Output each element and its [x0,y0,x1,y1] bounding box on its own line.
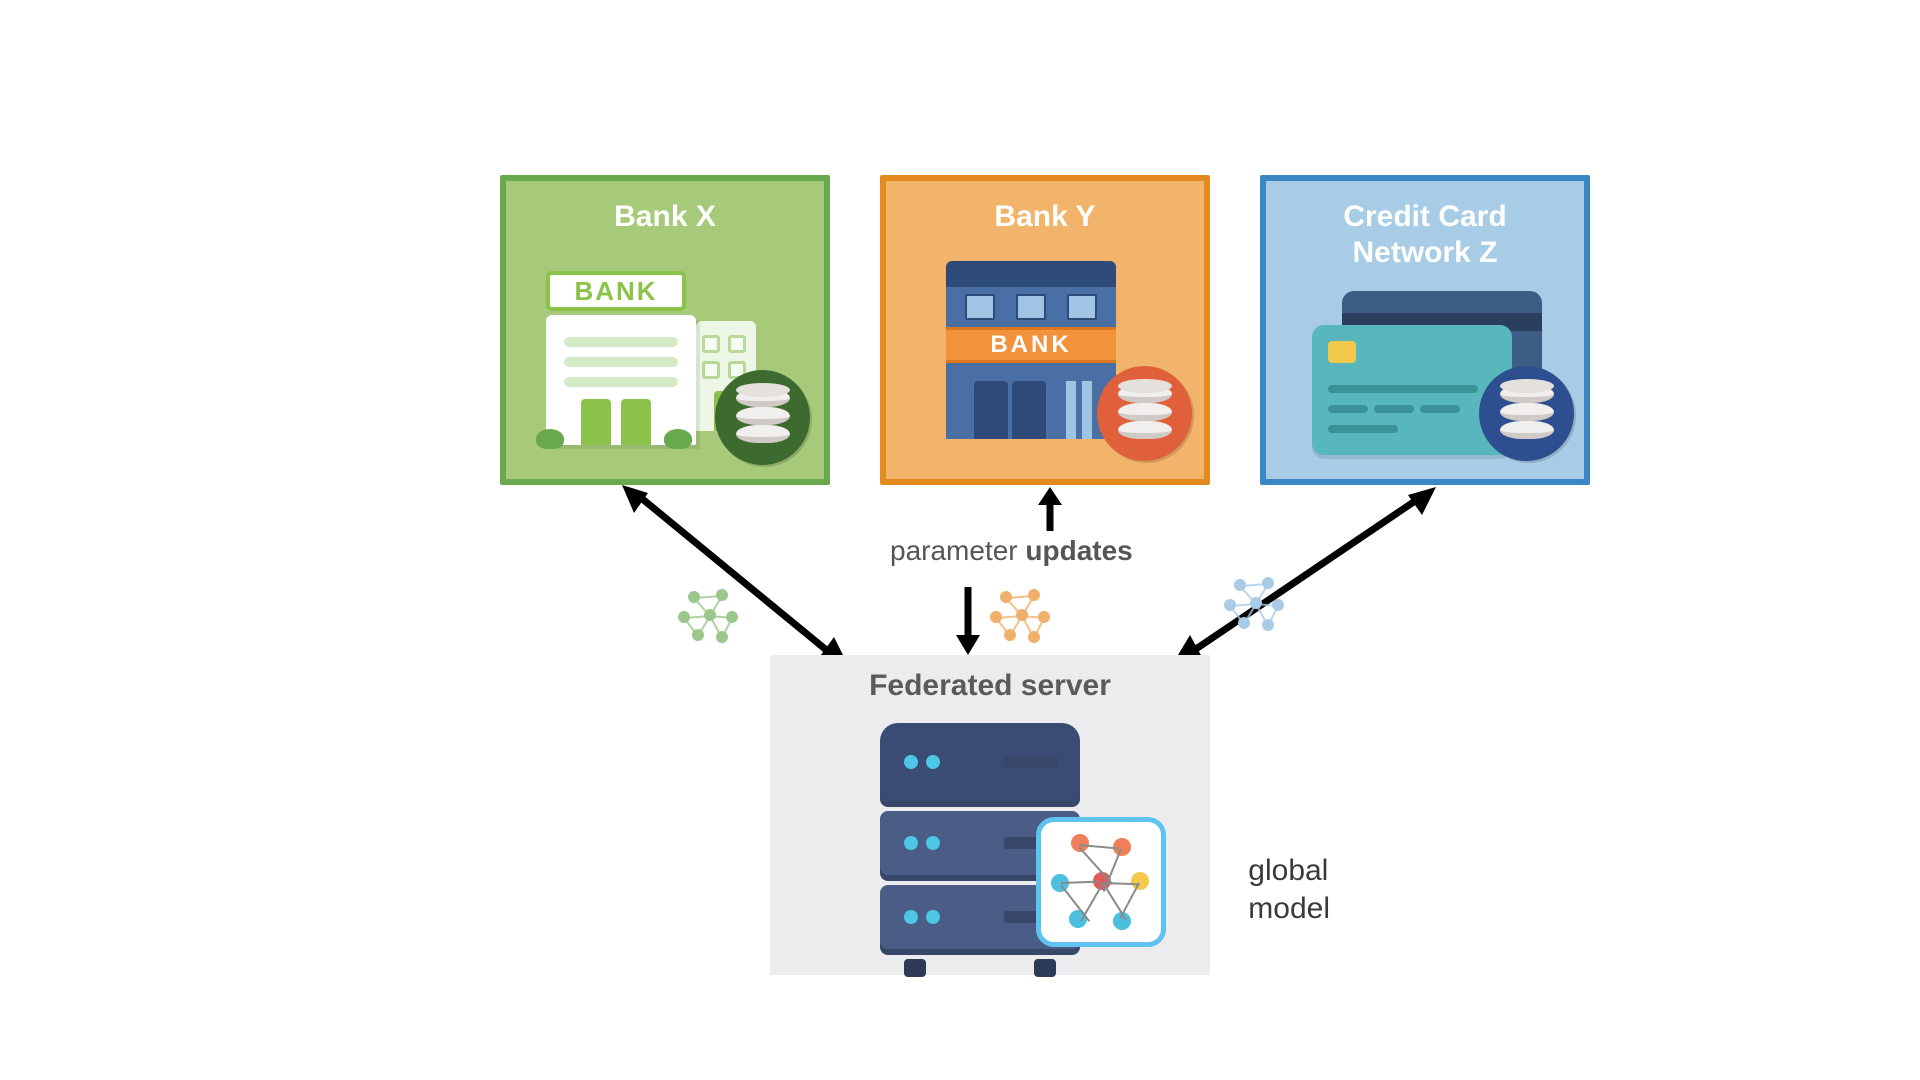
network-glyph-icon [1224,575,1280,627]
global-model-icon [1036,817,1166,947]
node-credit-card-network-z: Credit Card Network Z [1260,175,1590,485]
bank-sign-label: BANK [546,271,686,311]
network-glyph-icon [990,587,1046,639]
network-glyph-icon [678,587,734,639]
node-bank-x: Bank X BANK [500,175,830,485]
arrow-banky-down [948,579,988,664]
node-bank-x-title: Bank X [506,199,824,235]
flow-label-light: parameter [890,535,1025,566]
global-model-label: global model [1248,852,1330,927]
federated-server: Federated server [770,655,1210,975]
node-bank-y-title: Bank Y [886,199,1204,235]
flow-label: parameter updates [890,535,1133,567]
diagram-stage: Bank X BANK Bank Y BANK Credit Card Net [240,135,1680,945]
database-icon [715,370,810,465]
flow-label-bold: updates [1025,535,1132,566]
database-icon [1479,366,1574,461]
node-bank-y: Bank Y BANK [880,175,1210,485]
federated-server-title: Federated server [770,669,1210,703]
bank-sign-label: BANK [946,327,1116,363]
node-ccz-title: Credit Card Network Z [1266,199,1584,271]
arrow-banky-up [1030,487,1070,542]
arrow-bankx-server [620,485,880,680]
arrow-ccz-server [1150,485,1450,680]
database-icon [1097,366,1192,461]
